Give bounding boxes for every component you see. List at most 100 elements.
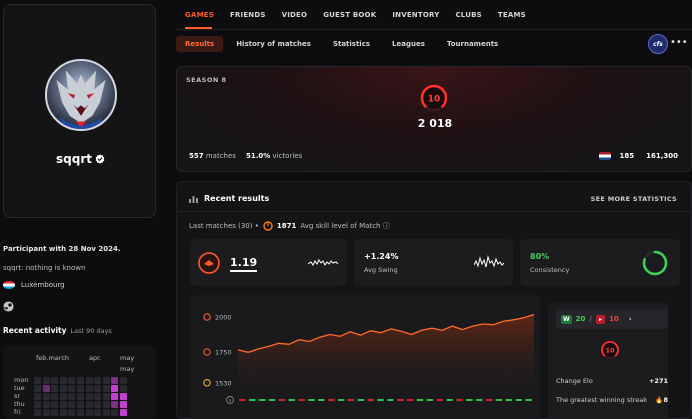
subtab-results[interactable]: Results (176, 36, 224, 52)
heatmap-cell[interactable] (68, 401, 76, 408)
tab-video[interactable]: VIDEO (282, 11, 308, 19)
heatmap-cell[interactable] (51, 393, 59, 400)
heatmap-cell[interactable] (59, 393, 67, 400)
heatmap-cell[interactable] (77, 401, 84, 408)
loss-result-mark[interactable] (396, 399, 404, 401)
heatmap-cell[interactable] (42, 385, 50, 392)
heatmap-cell[interactable] (59, 409, 67, 416)
win-result-mark[interactable] (248, 399, 256, 401)
loss-result-mark[interactable] (327, 399, 335, 401)
cfs-team-badge[interactable]: cfs (648, 34, 668, 54)
more-options-icon[interactable]: ••• (670, 36, 688, 52)
heatmap-cell[interactable] (85, 401, 93, 408)
heatmap-cell[interactable] (120, 401, 127, 408)
heatmap-cell[interactable] (34, 377, 41, 384)
tab-inventory[interactable]: INVENTORY (392, 11, 439, 19)
heatmap-cell[interactable] (111, 385, 119, 392)
heatmap-cell[interactable] (77, 393, 84, 400)
heatmap-cell[interactable] (94, 401, 102, 408)
subtab-tournaments[interactable]: Tournaments (438, 36, 507, 52)
heatmap-cell[interactable] (85, 377, 93, 384)
heatmap-cell[interactable] (42, 393, 50, 400)
win-result-mark[interactable] (495, 399, 503, 401)
see-more-statistics-link[interactable]: SEE MORE STATISTICS (591, 195, 677, 203)
win-result-mark[interactable] (268, 399, 276, 401)
heatmap-cell[interactable] (94, 377, 102, 384)
win-result-mark[interactable] (387, 399, 394, 401)
win-result-mark[interactable] (308, 399, 315, 401)
win-result-mark[interactable] (258, 399, 266, 401)
heatmap-cell[interactable] (42, 401, 50, 408)
tab-teams[interactable]: TEAMS (498, 11, 526, 19)
win-result-mark[interactable] (446, 399, 454, 401)
heatmap-cell[interactable] (42, 377, 50, 384)
heatmap-cell[interactable] (68, 393, 76, 400)
heatmap-cell[interactable] (102, 409, 110, 416)
loss-result-mark[interactable] (456, 399, 463, 401)
win-result-mark[interactable] (525, 399, 532, 401)
heatmap-cell[interactable] (111, 409, 119, 416)
heatmap-cell[interactable] (94, 393, 102, 400)
heatmap-cell[interactable] (34, 409, 41, 416)
tab-guest-book[interactable]: GUEST BOOK (323, 11, 376, 19)
loss-result-mark[interactable] (347, 399, 355, 401)
heatmap-cell[interactable] (34, 393, 41, 400)
chevron-right-icon[interactable]: › (629, 315, 632, 323)
win-result-mark[interactable] (357, 399, 365, 401)
loss-result-mark[interactable] (367, 399, 375, 401)
heatmap-cell[interactable] (59, 377, 67, 384)
heatmap-cell[interactable] (94, 385, 102, 392)
subtab-leagues[interactable]: Leagues (383, 36, 434, 52)
heatmap-cell[interactable] (68, 377, 76, 384)
heatmap-cell[interactable] (111, 377, 119, 384)
heatmap-cell[interactable] (111, 401, 119, 408)
country-rank[interactable]: 185 (619, 152, 634, 160)
heatmap-cell[interactable] (102, 393, 110, 400)
win-loss-box[interactable]: W 20 / ▸ 10 › (556, 309, 668, 329)
heatmap-cell[interactable] (120, 377, 127, 384)
world-rank[interactable]: 161,300 (646, 152, 678, 160)
loss-result-mark[interactable] (278, 399, 286, 401)
heatmap-cell[interactable] (102, 377, 110, 384)
win-result-mark[interactable] (317, 399, 325, 401)
win-result-mark[interactable] (416, 399, 424, 401)
heatmap-cell[interactable] (51, 401, 59, 408)
info-icon[interactable] (226, 396, 234, 404)
heatmap-cell[interactable] (102, 385, 110, 392)
heatmap-cell[interactable] (59, 385, 67, 392)
heatmap-cell[interactable] (42, 409, 50, 416)
heatmap-cell[interactable] (34, 401, 41, 408)
heatmap-cell[interactable] (94, 409, 102, 416)
heatmap-cell[interactable] (85, 385, 93, 392)
heatmap-cell[interactable] (59, 401, 67, 408)
win-result-mark[interactable] (337, 399, 345, 401)
heatmap-cell[interactable] (68, 385, 76, 392)
win-result-mark[interactable] (515, 399, 523, 401)
steam-icon[interactable] (3, 301, 14, 312)
heatmap-cell[interactable] (51, 385, 59, 392)
avatar[interactable] (45, 59, 117, 131)
loss-result-mark[interactable] (406, 399, 414, 401)
heatmap-cell[interactable] (111, 393, 119, 400)
loss-result-mark[interactable] (485, 399, 493, 401)
loss-result-mark[interactable] (298, 399, 306, 401)
loss-result-mark[interactable] (436, 399, 444, 401)
win-result-mark[interactable] (288, 399, 296, 401)
heatmap-cell[interactable] (120, 385, 127, 392)
heatmap-cell[interactable] (85, 409, 93, 416)
heatmap-cell[interactable] (68, 409, 76, 416)
win-result-mark[interactable] (475, 399, 483, 401)
loss-result-mark[interactable] (239, 399, 246, 401)
heatmap-cell[interactable] (120, 409, 127, 416)
heatmap-cell[interactable] (51, 409, 59, 416)
win-result-mark[interactable] (505, 399, 513, 401)
heatmap-cell[interactable] (51, 377, 59, 384)
win-result-mark[interactable] (465, 399, 473, 401)
heatmap-cell[interactable] (77, 409, 84, 416)
heatmap-cell[interactable] (34, 385, 41, 392)
subtab-statistics[interactable]: Statistics (324, 36, 379, 52)
heatmap-cell[interactable] (120, 393, 127, 400)
heatmap-cell[interactable] (85, 393, 93, 400)
win-result-mark[interactable] (426, 399, 434, 401)
heatmap-cell[interactable] (77, 385, 84, 392)
